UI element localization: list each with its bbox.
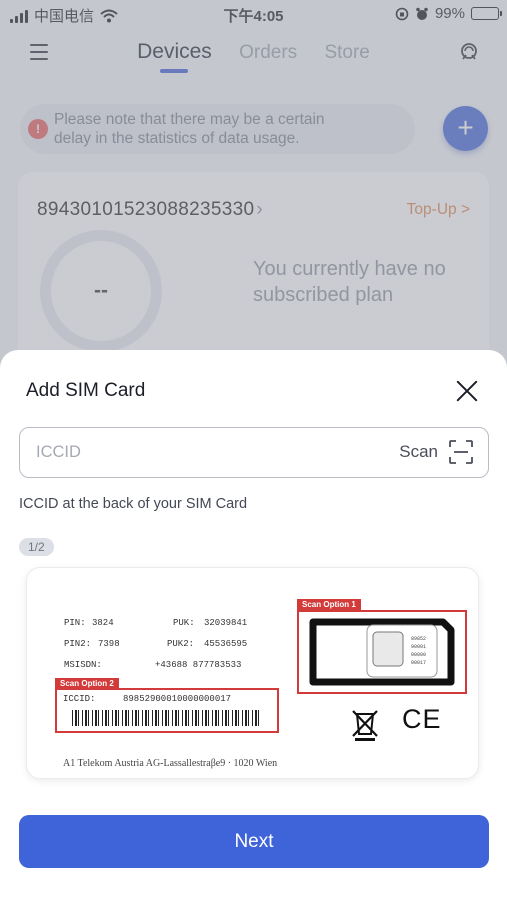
- chip-line-1: 90001: [411, 644, 426, 650]
- guide-iccid-label: ICCID:: [63, 694, 96, 704]
- pin-value: 3824: [92, 618, 114, 628]
- chip-line-2: 00000: [411, 652, 426, 658]
- puk-label: PUK:: [173, 618, 195, 628]
- puk2-value: 45536595: [204, 639, 248, 649]
- iccid-input[interactable]: [36, 428, 366, 476]
- chip-line-0: 89852: [411, 636, 426, 642]
- scan-button[interactable]: Scan: [399, 438, 474, 466]
- pin2-label: PIN2:: [64, 639, 92, 649]
- scan-label: Scan: [399, 442, 438, 461]
- close-icon[interactable]: [453, 377, 481, 405]
- weee-icon: [352, 710, 378, 741]
- puk2-label: PUK2:: [167, 639, 195, 649]
- msisdn-value: +43688 877783533: [155, 660, 242, 670]
- guide-iccid-value: 89852900010000000017: [123, 694, 232, 704]
- pin2-value: 7398: [98, 639, 120, 649]
- puk-value: 32039841: [204, 618, 248, 628]
- iccid-field[interactable]: Scan: [19, 427, 489, 478]
- chip-line-3: 00017: [411, 660, 426, 666]
- sim-card-guide-image: PIN: 3824 PUK: 32039841 PIN2: 7398 PUK2:…: [26, 567, 479, 779]
- add-sim-sheet: Add SIM Card Scan ICCID at the back of y…: [0, 350, 507, 900]
- pin-label: PIN:: [64, 618, 86, 628]
- ce-mark: CE: [402, 704, 442, 734]
- sheet-title: Add SIM Card: [26, 380, 146, 401]
- next-button[interactable]: Next: [19, 815, 489, 868]
- page-indicator: 1/2: [19, 538, 54, 556]
- msisdn-label: MSISDN:: [64, 660, 102, 670]
- scan-option-1-tag: Scan Option 1: [297, 599, 361, 610]
- sim-chip-graphic: 89852 90001 00000 00017: [309, 618, 455, 686]
- iccid-hint: ICCID at the back of your SIM Card: [19, 496, 248, 512]
- scan-icon: [449, 440, 473, 464]
- barcode: [72, 710, 262, 726]
- guide-address: A1 Telekom Austria AG-Lassallestraβe9 · …: [63, 758, 278, 769]
